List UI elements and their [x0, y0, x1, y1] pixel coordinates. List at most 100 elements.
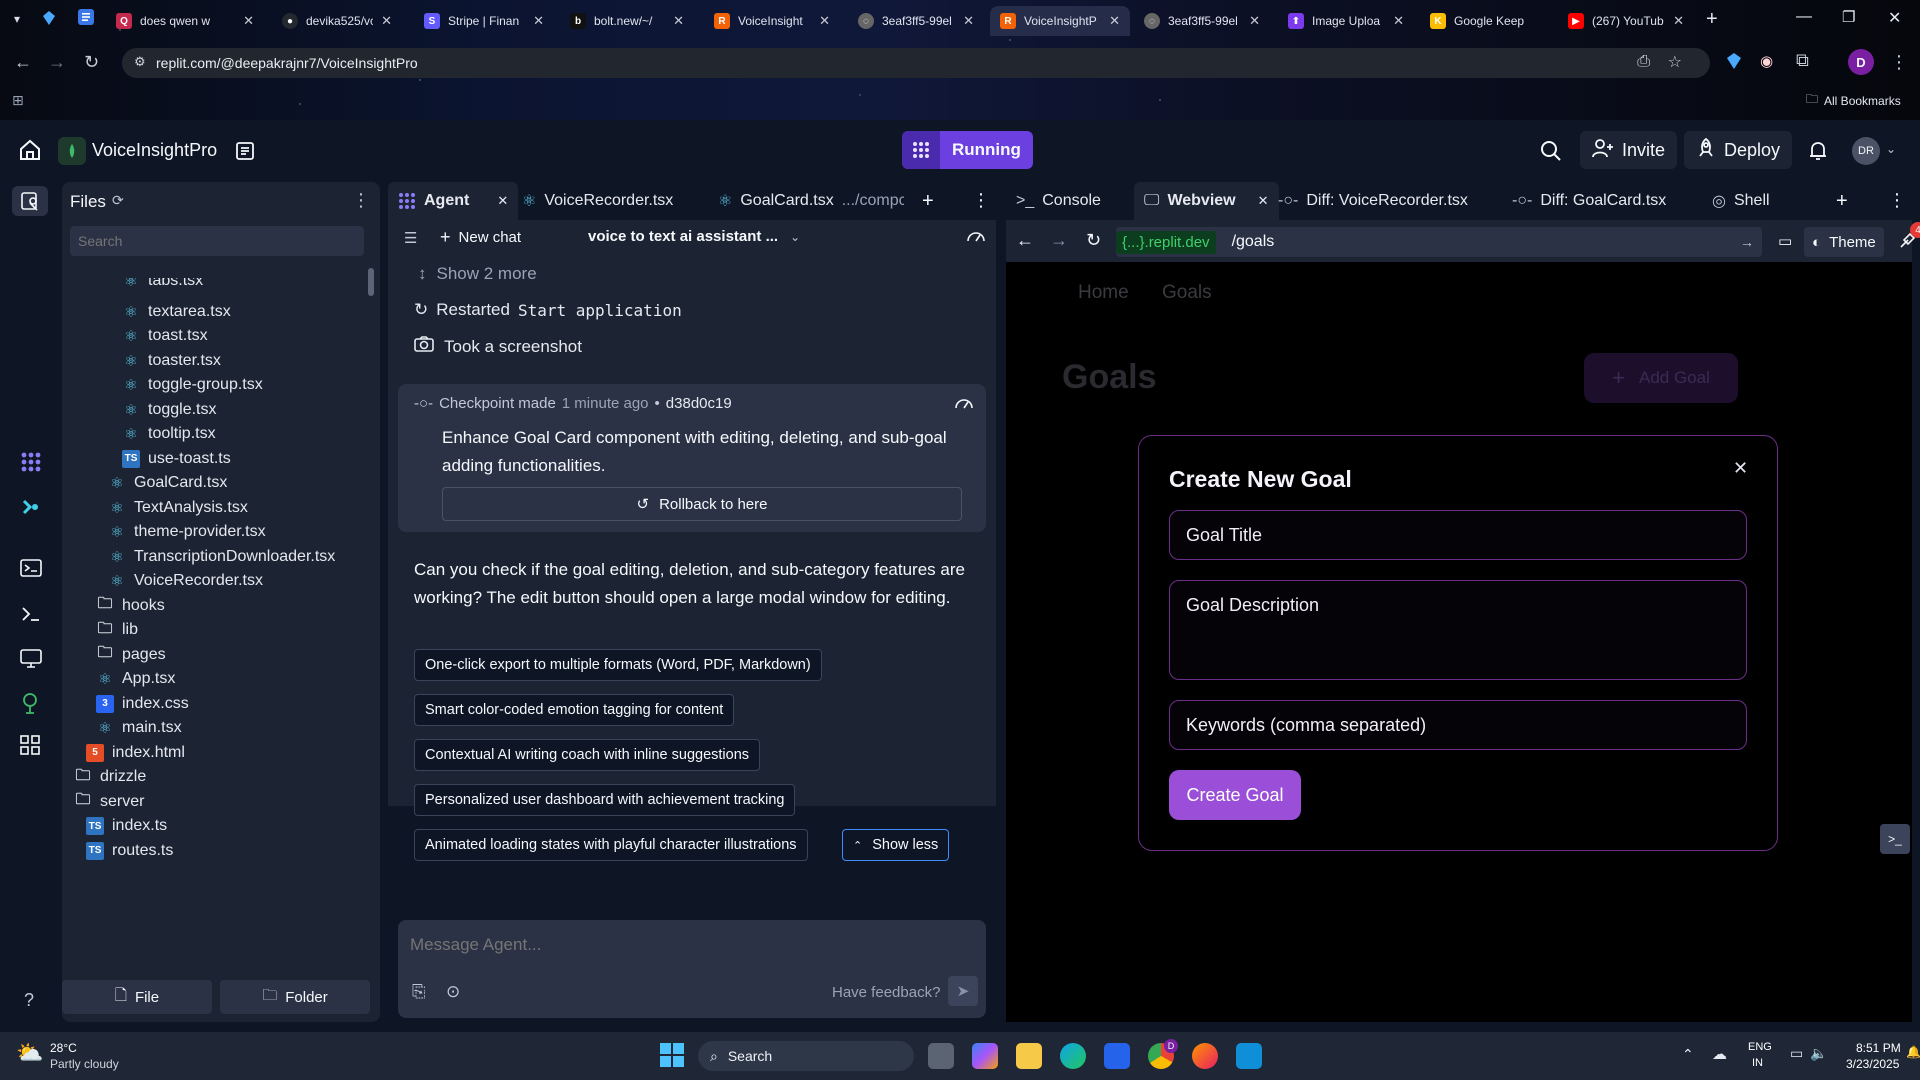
close-icon[interactable]: ✕ — [243, 13, 254, 29]
weather-temp[interactable]: 28°C — [50, 1041, 77, 1055]
browser-tab[interactable]: ◌ 3eaf3ff5-99el ✕ — [1134, 6, 1270, 36]
notification-center-icon[interactable]: 🔔 — [1906, 1045, 1920, 1059]
file-row[interactable]: ⚛ toggle.tsx — [122, 397, 216, 423]
address-bar[interactable]: ⚙ replit.com/@deepakrajnr7/VoiceInsightP… — [122, 48, 1710, 78]
file-row[interactable]: ⚛ main.tsx — [96, 715, 181, 741]
browser-menu-icon[interactable]: ⋮ — [1890, 52, 1908, 73]
store-icon[interactable] — [1104, 1043, 1130, 1069]
all-bookmarks[interactable]: 🗀 All Bookmarks — [1806, 90, 1901, 111]
suggestion-chip[interactable]: Smart color-coded emotion tagging for co… — [414, 694, 735, 726]
file-row[interactable]: ⚛ toaster.tsx — [122, 348, 221, 374]
file-row[interactable]: ⚛ toast.tsx — [122, 323, 207, 349]
file-explorer-icon[interactable] — [1016, 1043, 1042, 1069]
tab-voicerecorder[interactable]: ⚛ VoiceRecorder.tsx — [512, 182, 683, 220]
browser-tab[interactable]: ● devika525/vc ✕ — [272, 6, 402, 36]
browser-profile-avatar[interactable]: D — [1848, 49, 1874, 75]
folder-row[interactable]: 🗀 pages — [96, 642, 165, 668]
chevron-down-icon[interactable]: ⌄ — [1886, 142, 1896, 156]
tab-list-chevron-icon[interactable]: ▾ — [14, 12, 20, 26]
browser-tab-active[interactable]: R VoiceInsightP ✕ — [990, 6, 1130, 36]
browser-tab[interactable]: S Stripe | Finan ✕ — [414, 6, 554, 36]
project-name[interactable]: VoiceInsightPro — [92, 140, 217, 161]
send-button[interactable]: ➤ — [948, 976, 978, 1006]
file-row[interactable]: ⚛ TranscriptionDownloader.tsx — [108, 544, 335, 570]
tabs-menu-icon[interactable]: ⋮ — [972, 190, 990, 211]
close-icon[interactable]: ✕ — [1733, 458, 1748, 479]
show-less-button[interactable]: ⌃ Show less — [842, 829, 950, 861]
message-input[interactable] — [410, 930, 970, 960]
firefox-icon[interactable] — [1192, 1043, 1218, 1069]
forward-icon[interactable]: → — [1050, 230, 1068, 251]
clock-time[interactable]: 8:51 PM — [1856, 1041, 1901, 1055]
feedback-link[interactable]: Have feedback? — [832, 984, 940, 1001]
gem-extension-icon[interactable] — [1726, 52, 1742, 70]
browser-tab[interactable]: ▶ (267) YouTub ✕ — [1558, 6, 1694, 36]
close-icon[interactable]: ✕ — [381, 13, 392, 29]
file-row[interactable]: ⚛ TextAnalysis.tsx — [108, 495, 248, 521]
file-row[interactable]: ⚛ toggle-group.tsx — [122, 372, 262, 398]
add-tab-icon[interactable]: + — [1836, 190, 1848, 213]
file-row[interactable]: ⚛ GoalCard.tsx — [108, 470, 227, 496]
settings-target-icon[interactable]: ⊙ — [446, 982, 460, 1002]
close-icon[interactable]: ✕ — [533, 13, 544, 29]
apps-grid-icon[interactable]: ⊞ — [12, 92, 24, 109]
file-row[interactable]: TS routes.ts — [86, 838, 173, 864]
home-icon[interactable] — [18, 138, 42, 162]
project-menu-icon[interactable] — [234, 140, 256, 162]
docs-icon[interactable] — [78, 9, 94, 25]
weather-icon[interactable]: ⛅ — [16, 1040, 43, 1066]
lang-bottom[interactable]: IN — [1752, 1057, 1763, 1069]
nav-home-link[interactable]: Home — [1078, 282, 1129, 304]
browser-tab[interactable]: ◌ 3eaf3ff5-99el ✕ — [848, 6, 984, 36]
chat-title-dropdown[interactable]: voice to text ai assistant ... ⌄ — [588, 228, 800, 245]
help-icon[interactable]: ? — [24, 990, 34, 1011]
browser-tab[interactable]: K Google Keep — [1420, 6, 1556, 36]
file-row[interactable]: ⚛ VoiceRecorder.tsx — [108, 568, 263, 594]
goal-title-input[interactable]: Goal Title — [1169, 510, 1747, 560]
checkpoint-gauge-icon[interactable] — [954, 395, 974, 411]
close-icon[interactable]: ✕ — [1673, 13, 1684, 29]
workflows-icon[interactable] — [20, 558, 42, 578]
folder-row[interactable]: 🗀 server — [74, 789, 144, 815]
close-tab-icon[interactable]: ✕ — [1258, 193, 1269, 209]
folder-row[interactable]: 🗀 drizzle — [74, 764, 146, 790]
search-icon[interactable] — [1540, 140, 1562, 162]
tab-diff-goalcard[interactable]: -○- Diff: GoalCard.tsx — [1502, 182, 1676, 220]
close-icon[interactable]: ✕ — [963, 13, 974, 29]
device-icon[interactable]: ▭ — [1778, 232, 1792, 250]
close-icon[interactable]: ✕ — [1249, 13, 1260, 29]
gem-icon[interactable] — [42, 10, 56, 26]
deploy-button[interactable]: Deploy — [1684, 131, 1793, 169]
bookmark-star-icon[interactable]: ☆ — [1668, 52, 1682, 72]
tab-diff-voicerecorder[interactable]: -○- Diff: VoiceRecorder.tsx — [1268, 182, 1478, 220]
add-goal-button[interactable]: + Add Goal — [1584, 353, 1738, 403]
nav-goals-link[interactable]: Goals — [1162, 282, 1212, 304]
suggestion-chip[interactable]: Personalized user dashboard with achieve… — [414, 784, 796, 816]
attach-icon[interactable]: ⎘ — [412, 982, 426, 1002]
add-tab-icon[interactable]: + — [922, 190, 934, 213]
invite-button[interactable]: Invite — [1580, 131, 1678, 169]
browser-tab[interactable]: ⬆ Image Uploa ✕ — [1278, 6, 1414, 36]
theme-button[interactable]: ◐ Theme — [1804, 227, 1884, 257]
windows-start-icon[interactable] — [660, 1043, 684, 1067]
close-icon[interactable]: ✕ — [819, 13, 830, 29]
files-menu-icon[interactable]: ⋮ — [352, 190, 370, 211]
forward-icon[interactable]: → — [48, 52, 66, 73]
running-button[interactable]: Running — [902, 131, 1033, 169]
file-row[interactable]: 3 index.css — [96, 691, 189, 717]
git-icon[interactable] — [20, 497, 40, 517]
volume-icon[interactable]: 🔈 — [1810, 1045, 1827, 1062]
file-row[interactable]: ⚛ textarea.tsx — [122, 299, 230, 325]
task-view-icon[interactable] — [928, 1043, 954, 1069]
minimize-icon[interactable]: — — [1796, 8, 1812, 26]
keywords-input[interactable]: Keywords (comma separated) — [1169, 700, 1747, 750]
notifications-bell-icon[interactable] — [1808, 140, 1828, 162]
deployments-rail-icon[interactable] — [20, 692, 40, 714]
show-more-button[interactable]: ↕ Show 2 more — [418, 264, 537, 284]
file-row[interactable]: ⚛ App.tsx — [96, 666, 175, 692]
display-icon[interactable]: ▭ — [1790, 1045, 1803, 1062]
tray-app-icon[interactable]: ☁ — [1712, 1045, 1727, 1063]
refresh-icon[interactable]: ↻ — [1086, 230, 1101, 251]
back-icon[interactable]: ← — [1016, 230, 1034, 251]
suggestion-chip[interactable]: Animated loading states with playful cha… — [414, 829, 808, 861]
